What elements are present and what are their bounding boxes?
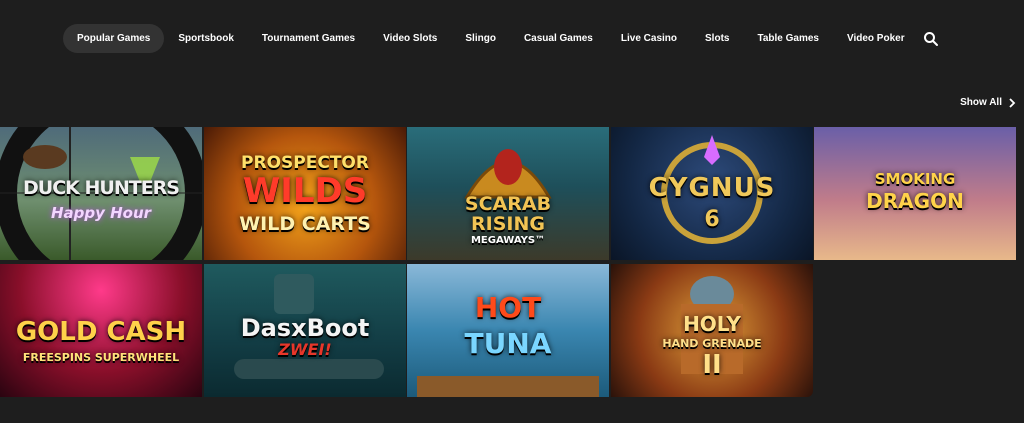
game-title: CYGNUS xyxy=(648,173,776,203)
tab-live-casino[interactable]: Live Casino xyxy=(607,24,691,53)
game-tile-gold-cash[interactable]: GOLD CASH FREESPINS SUPERWHEEL xyxy=(0,264,202,397)
game-subtitle: ZWEI! xyxy=(278,340,332,359)
tab-sportsbook[interactable]: Sportsbook xyxy=(164,24,248,53)
game-tile-duck-hunters[interactable]: DUCK HUNTERS Happy Hour xyxy=(0,127,202,260)
game-tile-hot-tuna[interactable]: HOT TUNA xyxy=(407,264,609,397)
tab-slots[interactable]: Slots xyxy=(691,24,743,53)
game-subtitle: TUNA xyxy=(464,327,552,360)
game-title: HOLY xyxy=(683,312,741,336)
game-subtitle: WILDS xyxy=(242,171,368,211)
game-title: GOLD CASH xyxy=(15,317,187,347)
game-tile-prospector-wilds[interactable]: PROSPECTOR WILDS WILD CARTS xyxy=(204,127,406,260)
game-tile-das-xboot[interactable]: DasxBoot ZWEI! xyxy=(204,264,406,397)
search-icon[interactable] xyxy=(923,31,939,47)
tab-popular-games[interactable]: Popular Games xyxy=(63,24,165,53)
show-all-label: Show All xyxy=(960,97,1002,108)
game-title: DasxBoot xyxy=(240,314,370,342)
tab-video-slots[interactable]: Video Slots xyxy=(369,24,451,53)
game-tile-cygnus-6[interactable]: CYGNUS 6 xyxy=(611,127,813,260)
game-subtitle: RISING xyxy=(471,213,545,235)
tab-video-poker[interactable]: Video Poker xyxy=(833,24,919,53)
game-tile-holy-hand-grenade[interactable]: HOLY HAND GRENADE II xyxy=(611,264,813,397)
game-title: SMOKING xyxy=(874,170,956,188)
game-subtitle: DRAGON xyxy=(866,189,964,213)
tab-table-games[interactable]: Table Games xyxy=(743,24,833,53)
game-subtitle: Happy Hour xyxy=(50,204,152,222)
game-title: SCARAB xyxy=(464,193,552,215)
game-subtitle: FREESPINS SUPERWHEEL xyxy=(22,351,180,364)
game-extra: MEGAWAYS™ xyxy=(470,235,546,246)
game-extra: WILD CARTS xyxy=(239,213,371,235)
game-subtitle: 6 xyxy=(704,207,720,232)
tab-slingo[interactable]: Slingo xyxy=(451,24,510,53)
chevron-right-icon xyxy=(1009,97,1016,108)
game-tile-scarab-rising[interactable]: SCARAB RISING MEGAWAYS™ xyxy=(407,127,609,260)
game-tile-smoking-dragon[interactable]: SMOKING DRAGON xyxy=(814,127,1016,260)
game-title: DUCK HUNTERS xyxy=(23,177,180,199)
show-all-link[interactable]: Show All xyxy=(960,97,1016,108)
game-extra: II xyxy=(702,350,722,380)
tab-tournament-games[interactable]: Tournament Games xyxy=(248,24,369,53)
game-title: PROSPECTOR xyxy=(241,153,369,173)
game-title: HOT xyxy=(474,291,542,324)
tab-casual-games[interactable]: Casual Games xyxy=(510,24,607,53)
category-nav: Popular Games Sportsbook Tournament Game… xyxy=(63,24,939,53)
game-subtitle: HAND GRENADE xyxy=(662,337,762,350)
